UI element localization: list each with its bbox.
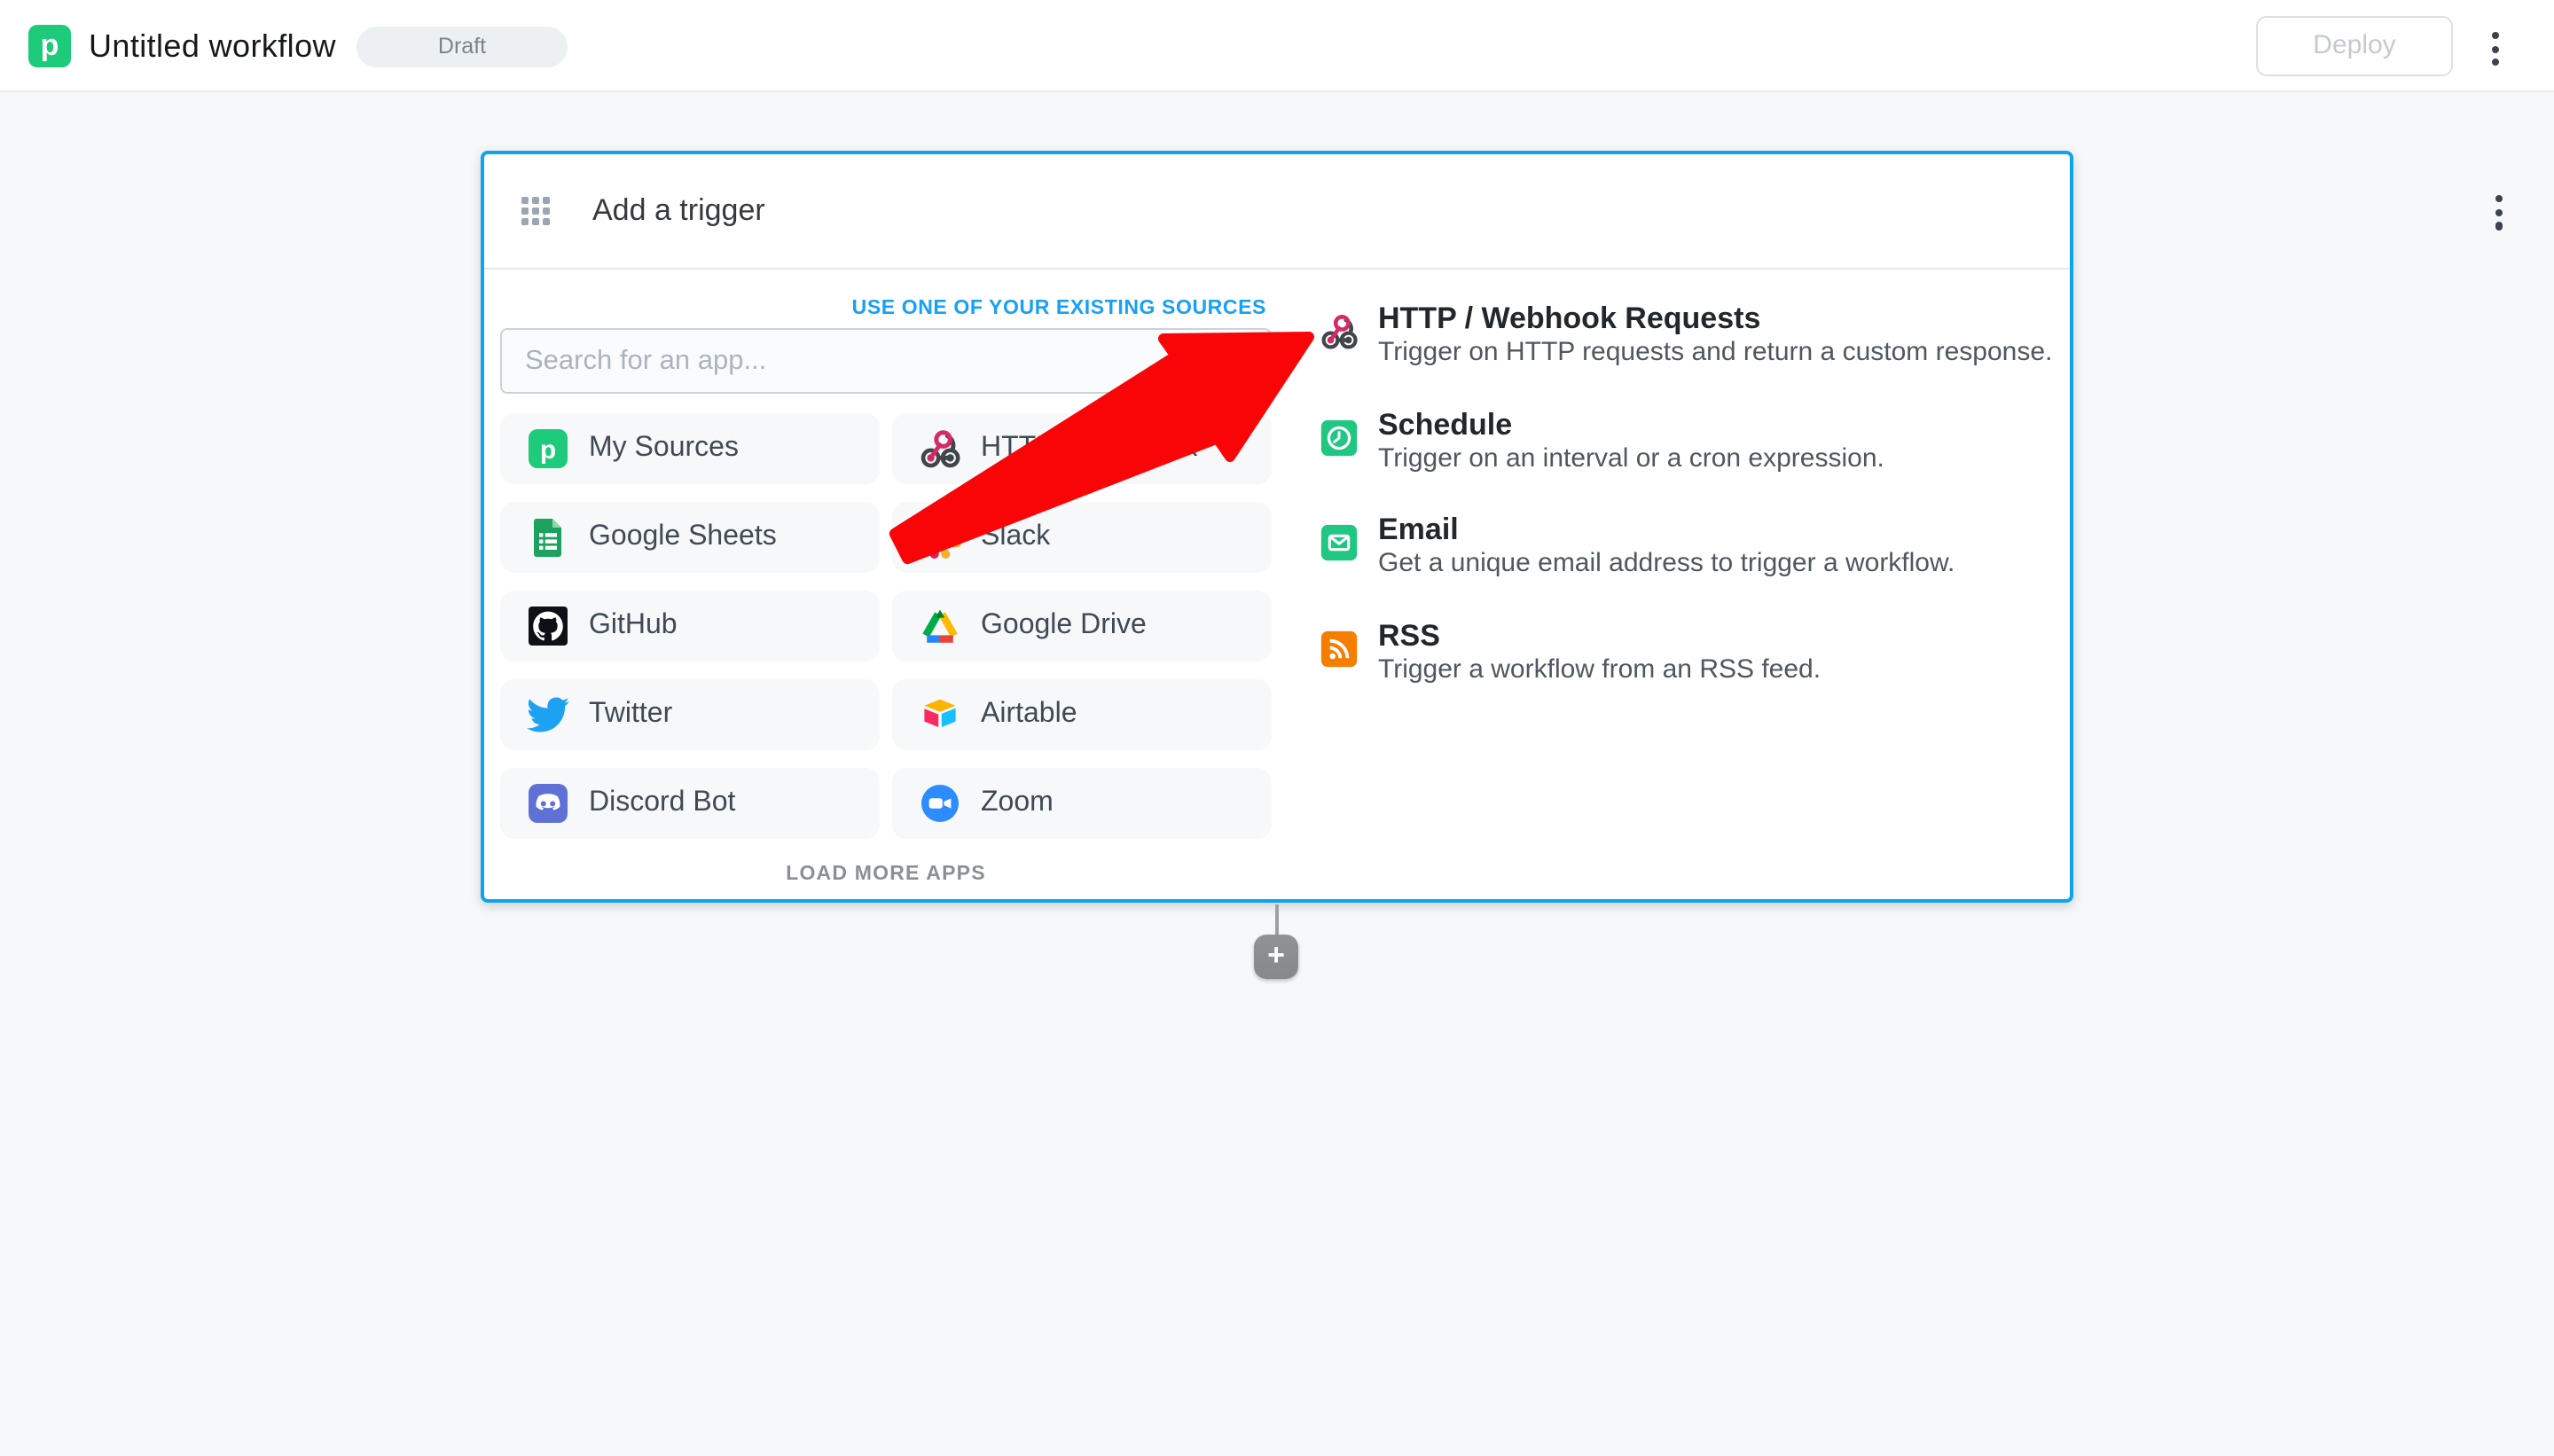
app-button-twitter[interactable]: Twitter — [500, 679, 880, 750]
app-button-airtable[interactable]: Airtable — [892, 679, 1272, 750]
pipedream-icon: p — [529, 429, 568, 468]
drag-handle-grid-icon[interactable] — [521, 197, 550, 225]
email-icon — [1320, 524, 1358, 561]
app-label: My Sources — [589, 433, 739, 463]
existing-sources-link[interactable]: USE ONE OF YOUR EXISTING SOURCES — [852, 298, 1266, 319]
step-connector-line — [1275, 904, 1279, 936]
app-button-google-drive[interactable]: Google Drive — [892, 591, 1272, 661]
trigger-option-description: Get a unique email address to trigger a … — [1378, 548, 1955, 578]
app-label: Slack — [981, 521, 1051, 552]
workflow-builder-page: p Untitled workflow Draft Deploy Add a t… — [0, 0, 2554, 1456]
trigger-option-title: RSS — [1378, 619, 1440, 653]
trigger-option-title: Email — [1378, 513, 1459, 546]
status-badge: Draft — [356, 27, 568, 67]
app-button-google-sheets[interactable]: Google Sheets — [500, 502, 880, 573]
app-button-zoom[interactable]: Zoom — [892, 768, 1272, 839]
app-button-http-webhook[interactable]: HTTP / Webhook — [892, 413, 1272, 484]
trigger-option-title: HTTP / Webhook Requests — [1378, 301, 1761, 335]
app-button-discord-bot[interactable]: Discord Bot — [500, 768, 880, 839]
zoom-icon — [921, 785, 959, 822]
top-bar: p Untitled workflow Draft Deploy — [0, 0, 2554, 92]
twitter-icon — [527, 697, 569, 732]
svg-text:p: p — [540, 435, 556, 465]
search-input[interactable] — [500, 328, 1272, 394]
topbar-kebab-menu-icon[interactable] — [2483, 32, 2508, 66]
app-label: GitHub — [589, 610, 678, 640]
google-sheets-icon — [534, 519, 561, 557]
trigger-option-rss[interactable]: RSS Trigger a workflow from an RSS feed. — [1320, 619, 1821, 686]
trigger-option-email[interactable]: Email Get a unique email address to trig… — [1320, 513, 1955, 580]
app-label: Discord Bot — [589, 787, 736, 818]
schedule-icon — [1320, 419, 1358, 457]
load-more-apps-button[interactable]: LOAD MORE APPS — [500, 864, 1272, 885]
trigger-option-http-webhook[interactable]: HTTP / Webhook Requests Trigger on HTTP … — [1320, 301, 2052, 369]
app-button-slack[interactable]: Slack — [892, 502, 1272, 573]
app-label: Google Sheets — [589, 521, 777, 552]
webhook-icon — [1321, 315, 1358, 349]
github-icon — [529, 607, 568, 646]
app-button-my-sources[interactable]: p My Sources — [500, 413, 880, 484]
pipedream-logo-icon[interactable]: p — [28, 25, 71, 67]
deploy-button[interactable]: Deploy — [2256, 16, 2453, 76]
add-trigger-card: Add a trigger USE ONE OF YOUR EXISTING S… — [481, 151, 2503, 903]
discord-icon — [529, 784, 568, 823]
add-step-button[interactable]: + — [1254, 935, 1298, 979]
card-kebab-menu-icon[interactable] — [2490, 195, 2508, 231]
card-title: Add a trigger — [592, 193, 765, 227]
trigger-option-schedule[interactable]: Schedule Trigger on an interval or a cro… — [1320, 408, 1884, 475]
app-label: Google Drive — [981, 610, 1147, 640]
app-button-github[interactable]: GitHub — [500, 591, 880, 661]
slack-icon — [919, 516, 961, 559]
app-label: Zoom — [981, 787, 1054, 818]
trigger-option-description: Trigger on HTTP requests and return a cu… — [1378, 337, 2053, 367]
trigger-option-description: Trigger on an interval or a cron express… — [1378, 443, 1884, 474]
rss-icon — [1320, 630, 1358, 668]
workflow-title[interactable]: Untitled workflow — [89, 28, 336, 66]
app-grid: p My Sources HTTP / Webhook Google Sheet… — [500, 413, 1272, 839]
card-header: Add a trigger — [484, 154, 2503, 270]
trigger-option-title: Schedule — [1378, 408, 1513, 442]
app-label: HTTP / Webhook — [981, 433, 1198, 463]
webhook-icon — [921, 430, 960, 468]
google-drive-icon — [922, 609, 958, 643]
app-label: Twitter — [589, 699, 673, 729]
airtable-icon — [924, 699, 956, 727]
trigger-option-description: Trigger a workflow from an RSS feed. — [1378, 654, 1821, 685]
app-label: Airtable — [981, 699, 1077, 729]
